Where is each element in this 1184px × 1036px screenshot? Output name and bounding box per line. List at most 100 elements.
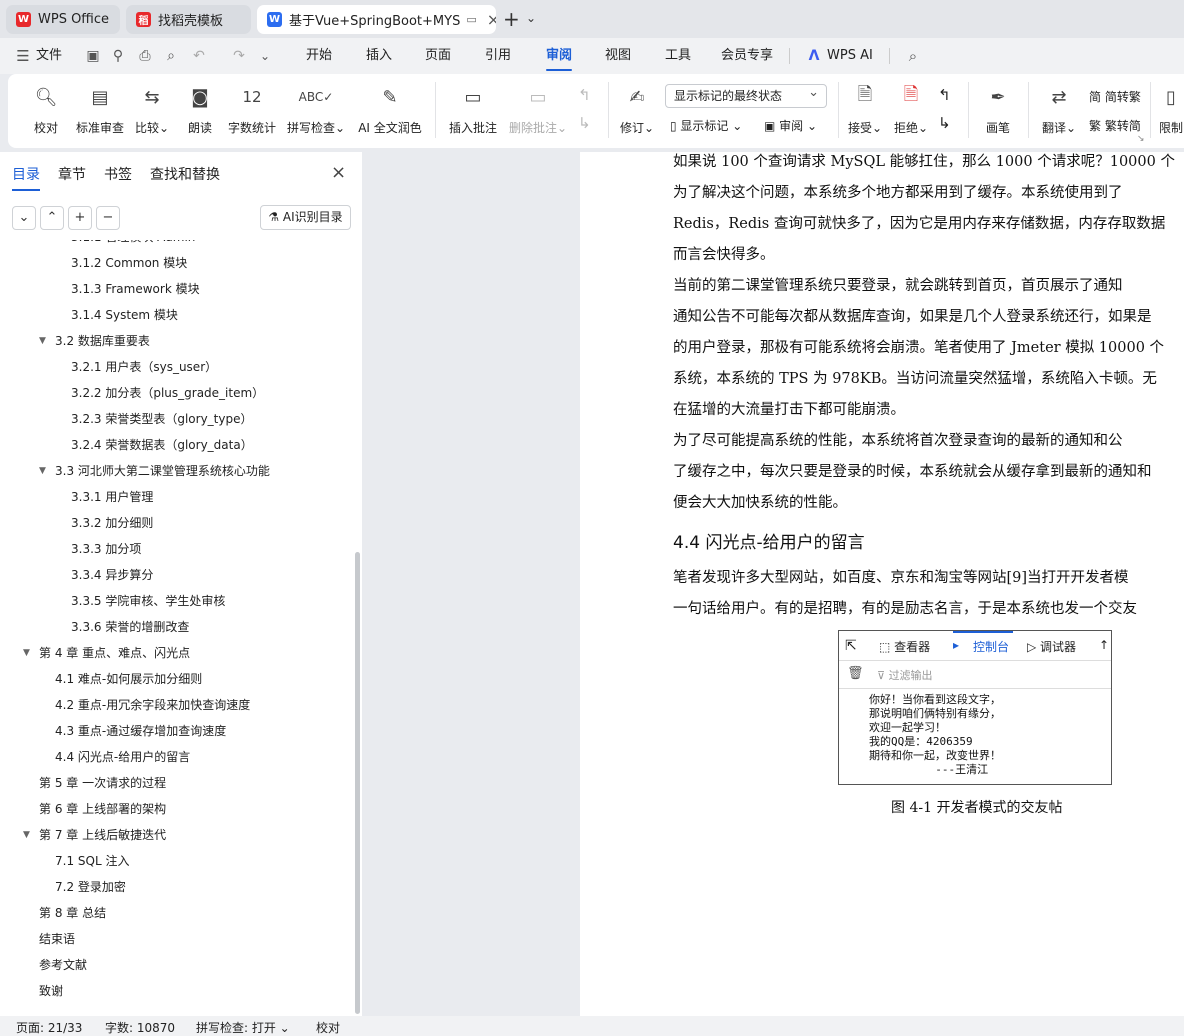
toc-item[interactable]: 3.3.3 加分项 bbox=[71, 536, 141, 562]
toc-item[interactable]: 3.2.3 荣誉类型表（glory_type） bbox=[71, 406, 252, 432]
group-expand-icon[interactable]: ↘ bbox=[1137, 134, 1145, 144]
tab-list-chevron-icon[interactable]: ⌄ bbox=[526, 11, 536, 25]
toc-item[interactable]: 第 5 章 一次请求的过程 bbox=[39, 770, 166, 796]
tab-bookmarks[interactable]: 书签 bbox=[104, 164, 132, 184]
hamburger-menu-icon[interactable]: ☰ bbox=[14, 47, 32, 65]
toc-expand-chevron-icon[interactable]: ▼ bbox=[39, 458, 46, 484]
document-page[interactable]: 如果说 100 个查询请求 MySQL 能够扛住，那么 1000 个请求呢？10… bbox=[580, 152, 1184, 1016]
ai-polish-button[interactable]: ✎ AI 全文润色 bbox=[357, 82, 423, 136]
word-count-button[interactable]: 12 字数统计 bbox=[227, 82, 277, 136]
pen-button[interactable]: ✒ 画笔 bbox=[984, 82, 1012, 136]
toc-item[interactable]: 结束语 bbox=[39, 926, 75, 952]
toc-item[interactable]: 3.2.4 荣誉数据表（glory_data） bbox=[71, 432, 253, 458]
ai-recognize-toc-button[interactable]: ⚗ AI识别目录 bbox=[260, 205, 351, 230]
read-aloud-button[interactable]: ◙ 朗读 bbox=[186, 82, 214, 136]
tab-docer-templates[interactable]: 稻 找稻壳模板 bbox=[126, 5, 251, 34]
toc-item[interactable]: 3.3.5 学院审核、学生处审核 bbox=[71, 588, 225, 614]
menu-review[interactable]: 审阅 bbox=[546, 38, 573, 74]
next-change-icon[interactable]: ↳ bbox=[938, 114, 951, 132]
show-markup-button[interactable]: ▯ 显示标记 ⌄ bbox=[670, 117, 742, 134]
restrict-editing-button[interactable]: ▯ 限制 bbox=[1158, 82, 1184, 136]
to-simplified-button[interactable]: 繁 繁转简 bbox=[1089, 117, 1141, 134]
toc-item[interactable]: 3.3.4 异步算分 bbox=[71, 562, 153, 588]
toc-item[interactable]: 3.3.2 加分细则 bbox=[71, 510, 153, 536]
spell-check-status[interactable]: 拼写检查: 打开 ⌄ bbox=[196, 1019, 290, 1036]
toc-item[interactable]: 第 8 章 总结 bbox=[39, 900, 106, 926]
toc-item[interactable]: 第 6 章 上线部署的架构 bbox=[39, 796, 166, 822]
delete-comment-button[interactable]: ▭ 删除批注⌄ bbox=[508, 82, 568, 136]
tab-wps-office[interactable]: W WPS Office bbox=[6, 5, 120, 34]
toc-item[interactable]: ▼ 3.2 数据库重要表 bbox=[39, 328, 150, 354]
toc-scrollbar[interactable] bbox=[355, 552, 360, 1014]
toc-item[interactable]: ▼ 第 4 章 重点、难点、闪光点 bbox=[23, 640, 190, 666]
menu-member[interactable]: 会员专享 bbox=[721, 38, 773, 74]
word-count[interactable]: 字数: 10870 bbox=[105, 1019, 175, 1036]
toc-item[interactable]: 4.1 难点-如何展示加分细则 bbox=[55, 666, 202, 692]
menu-reference[interactable]: 引用 bbox=[485, 38, 511, 74]
toc-item[interactable]: 7.2 登录加密 bbox=[55, 874, 126, 900]
prev-change-icon[interactable]: ↰ bbox=[938, 86, 951, 104]
tab-find-replace[interactable]: 查找和替换 bbox=[150, 164, 220, 184]
toc-item[interactable]: 3.2.1 用户表（sys_user） bbox=[71, 354, 217, 380]
menu-start[interactable]: 开始 bbox=[306, 38, 332, 74]
tab-chapters[interactable]: 章节 bbox=[58, 164, 86, 184]
screen-icon[interactable]: ▭ bbox=[466, 13, 476, 26]
toc-item[interactable]: ▼ 3.3 河北师大第二课堂管理系统核心功能 bbox=[39, 458, 270, 484]
toc-expand-chevron-icon[interactable]: ▼ bbox=[23, 640, 30, 666]
toc-expand-chevron-icon[interactable]: ▼ bbox=[23, 822, 30, 848]
spell-check-button[interactable]: ABC✓ 拼写检查⌄ bbox=[287, 82, 345, 136]
toc-item[interactable]: ▼ 第 7 章 上线后敏捷迭代 bbox=[23, 822, 166, 848]
close-pane-icon[interactable]: × bbox=[331, 162, 346, 183]
toc-item[interactable]: 致谢 bbox=[39, 978, 63, 1004]
proofread-button[interactable]: 🔍︎ 校对 bbox=[30, 82, 62, 136]
add-heading-icon[interactable]: + bbox=[68, 206, 92, 230]
toc-item[interactable]: 4.3 重点-通过缓存增加查询速度 bbox=[55, 718, 226, 744]
insert-comment-button[interactable]: ▭ 插入批注 bbox=[448, 82, 498, 136]
more-chevron-icon[interactable]: ⌄ bbox=[256, 47, 274, 65]
proofread-status[interactable]: 校对 bbox=[316, 1019, 340, 1036]
toc-item[interactable]: 3.1.2 Common 模块 bbox=[71, 250, 187, 276]
toc-item[interactable]: 4.2 重点-用冗余字段来加快查询速度 bbox=[55, 692, 250, 718]
to-traditional-button[interactable]: 简 简转繁 bbox=[1089, 88, 1141, 105]
page-indicator[interactable]: 页面: 21/33 bbox=[16, 1019, 82, 1036]
tab-toc[interactable]: 目录 bbox=[12, 164, 40, 191]
remove-heading-icon[interactable]: − bbox=[96, 206, 120, 230]
toc-item[interactable]: 3.1.3 Framework 模块 bbox=[71, 276, 200, 302]
markup-state-dropdown[interactable]: 显示标记的最终状态 bbox=[665, 82, 827, 108]
toc-item[interactable]: 参考文献 bbox=[39, 952, 87, 978]
prev-comment-icon[interactable]: ↰ bbox=[578, 86, 591, 104]
toc-item[interactable]: 3.1.1 管理模块 Admin bbox=[71, 240, 195, 250]
tab-active-document[interactable]: W 基于Vue+SpringBoot+MYS ▭ × bbox=[257, 5, 496, 34]
redo-icon[interactable]: ↷ bbox=[230, 47, 248, 65]
menu-insert[interactable]: 插入 bbox=[366, 38, 392, 74]
next-comment-icon[interactable]: ↳ bbox=[578, 114, 591, 132]
menu-file[interactable]: 文件 bbox=[36, 38, 62, 74]
save-icon[interactable]: ▣ bbox=[84, 47, 102, 65]
menu-page[interactable]: 页面 bbox=[425, 38, 451, 74]
standard-review-button[interactable]: ▤ 标准审查 bbox=[74, 82, 126, 136]
toc-item[interactable]: 3.2.2 加分表（plus_grade_item） bbox=[71, 380, 264, 406]
menu-wps-ai[interactable]: WPS AI bbox=[827, 38, 873, 74]
menu-view[interactable]: 视图 bbox=[605, 38, 631, 74]
share-icon[interactable]: ⚲ bbox=[109, 47, 127, 65]
toc-item[interactable]: 3.3.1 用户管理 bbox=[71, 484, 153, 510]
print-icon[interactable]: ⎙ bbox=[136, 47, 154, 65]
undo-icon[interactable]: ↶ bbox=[190, 47, 208, 65]
print-preview-icon[interactable]: ⌕ bbox=[162, 47, 180, 65]
compare-button[interactable]: ⇆ 比较⌄ bbox=[135, 82, 169, 136]
revise-button[interactable]: ✍ 修订⌄ bbox=[619, 82, 655, 136]
toc-item[interactable]: 4.4 闪光点-给用户的留言 bbox=[55, 744, 190, 770]
collapse-all-icon[interactable]: ⌄ bbox=[12, 206, 36, 230]
translate-button[interactable]: ⇄ 翻译⌄ bbox=[1040, 82, 1078, 136]
close-tab-icon[interactable]: × bbox=[487, 10, 496, 29]
toc-item[interactable]: 7.1 SQL 注入 bbox=[55, 848, 129, 874]
reject-button[interactable]: 🗎︎ 拒绝⌄ bbox=[892, 82, 930, 136]
expand-up-icon[interactable]: ⌃ bbox=[40, 206, 64, 230]
accept-button[interactable]: 🗎︎ 接受⌄ bbox=[846, 82, 884, 136]
new-tab-plus-icon[interactable]: + bbox=[503, 7, 520, 31]
toc-item[interactable]: 3.1.4 System 模块 bbox=[71, 302, 178, 328]
search-icon[interactable]: ⌕ bbox=[904, 47, 922, 65]
review-pane-button[interactable]: ▣ 审阅 ⌄ bbox=[764, 117, 817, 134]
toc-item[interactable]: 3.3.6 荣誉的增删改查 bbox=[71, 614, 189, 640]
toc-expand-chevron-icon[interactable]: ▼ bbox=[39, 328, 46, 354]
